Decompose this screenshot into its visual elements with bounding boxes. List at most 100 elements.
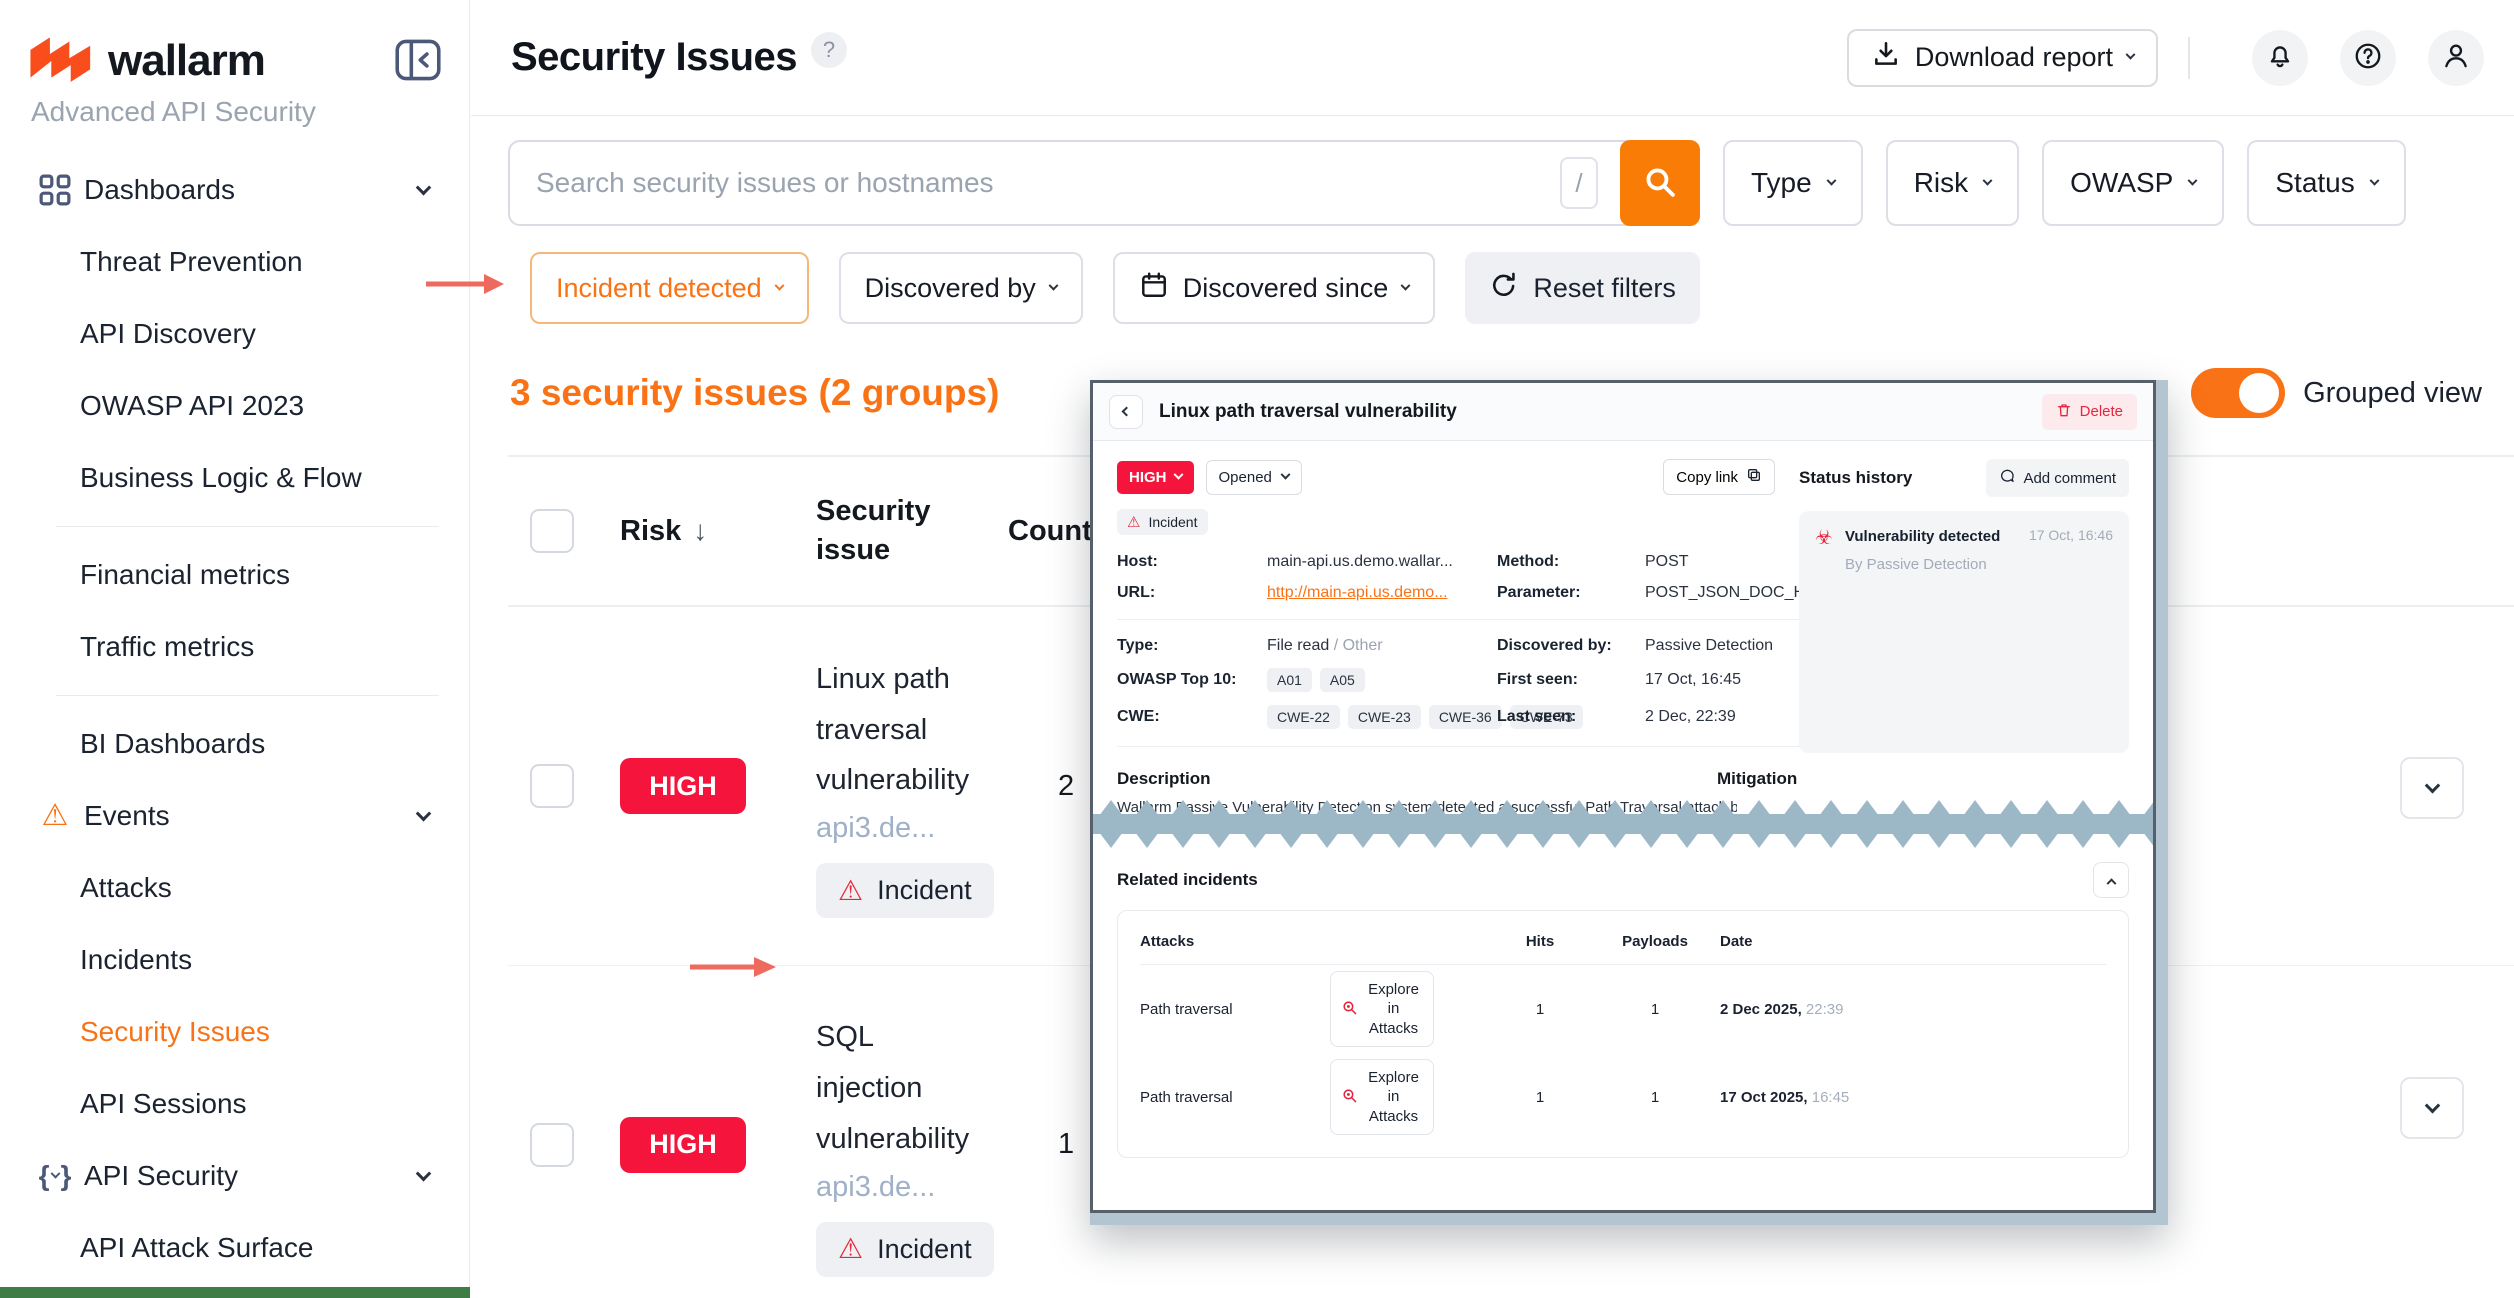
row-expand-button[interactable]	[2400, 757, 2464, 819]
sidebar-item-incidents[interactable]: Incidents	[0, 924, 469, 996]
user-button[interactable]	[2428, 30, 2484, 86]
filter-discovered-since-button[interactable]: Discovered since	[1113, 252, 1436, 324]
row-checkbox[interactable]	[530, 1123, 574, 1167]
select-all-checkbox[interactable]	[530, 509, 574, 553]
incident-badge-label: Incident	[877, 1234, 972, 1265]
help-button[interactable]	[2340, 30, 2396, 86]
issue-host[interactable]: api3.de...	[816, 1171, 1008, 1204]
column-date: Date	[1720, 933, 2106, 950]
type-label: Type:	[1117, 637, 1267, 655]
row-expand-button[interactable]	[2400, 1077, 2464, 1139]
event-by: By Passive Detection	[1845, 555, 2017, 575]
sidebar-item-label: API Sessions	[80, 1088, 247, 1120]
sidebar-item-financial-metrics[interactable]: Financial metrics	[0, 539, 469, 611]
sidebar-collapse-button[interactable]	[395, 39, 441, 84]
sidebar-item-threat-prevention[interactable]: Threat Prevention	[0, 226, 469, 298]
collapse-section-button[interactable]	[2093, 862, 2129, 898]
filter-owasp-button[interactable]: OWASP	[2042, 140, 2224, 226]
method-label: Method:	[1497, 553, 1645, 571]
field-divider	[1117, 619, 1840, 620]
payloads-value: 1	[1590, 1089, 1720, 1106]
type-value: File read / Other	[1267, 637, 1497, 655]
sidebar-item-label: Security Issues	[80, 1016, 270, 1048]
row-checkbox[interactable]	[530, 764, 574, 808]
sidebar-item-business-logic-flow[interactable]: Business Logic & Flow	[0, 442, 469, 514]
date-value: 2 Dec 2025, 22:39	[1720, 1001, 2106, 1018]
copy-link-button[interactable]: Copy link	[1663, 459, 1775, 495]
back-button[interactable]	[1109, 395, 1143, 429]
sidebar-item-events[interactable]: ⚠ Events	[0, 780, 469, 852]
attack-name: Path traversal	[1140, 1001, 1330, 1018]
download-report-button[interactable]: Download report	[1847, 29, 2158, 87]
grouped-view-control: Grouped view	[2191, 368, 2482, 418]
issue-name[interactable]: Linux path traversal vulnerability	[816, 654, 971, 806]
grid-icon	[38, 174, 72, 206]
torn-edge-zigzag	[1093, 800, 2153, 848]
column-header-risk[interactable]: Risk ↓	[598, 515, 783, 548]
date-text: 17 Oct 2025,	[1720, 1089, 1808, 1106]
user-icon	[2441, 41, 2471, 74]
sidebar-item-bi-dashboards[interactable]: BI Dashboards	[0, 708, 469, 780]
grouped-view-toggle[interactable]	[2191, 368, 2285, 418]
chevron-down-icon	[1401, 280, 1411, 290]
filter-type-button[interactable]: Type	[1723, 140, 1863, 226]
severity-dropdown[interactable]: HIGH	[1117, 461, 1194, 494]
host-value: main-api.us.demo.wallar...	[1267, 553, 1497, 571]
sidebar-item-security-issues[interactable]: Security Issues	[0, 996, 469, 1068]
issue-host[interactable]: api3.de...	[816, 812, 1008, 845]
download-report-label: Download report	[1915, 42, 2113, 73]
sidebar-item-api-sessions[interactable]: API Sessions	[0, 1068, 469, 1140]
related-incident-row: Path traversal Explore in Attacks 1 1 2 …	[1140, 965, 2106, 1053]
sidebar-item-label: API Attack Surface	[80, 1232, 313, 1264]
sidebar-item-owasp-api-2023[interactable]: OWASP API 2023	[0, 370, 469, 442]
filter-owasp-label: OWASP	[2070, 167, 2173, 199]
reset-filters-button[interactable]: Reset filters	[1465, 252, 1700, 324]
add-comment-button[interactable]: Add comment	[1986, 459, 2129, 497]
warning-triangle-icon: ⚠	[838, 1235, 863, 1263]
status-label: Opened	[1219, 469, 1272, 486]
search-input[interactable]	[510, 167, 1410, 199]
explore-in-attacks-button[interactable]: Explore in Attacks	[1330, 971, 1434, 1048]
explore-in-attacks-button[interactable]: Explore in Attacks	[1330, 1059, 1434, 1136]
reset-filters-label: Reset filters	[1533, 273, 1676, 304]
sidebar-item-attacks[interactable]: Attacks	[0, 852, 469, 924]
calendar-icon	[1139, 270, 1169, 307]
warning-triangle-icon: ⚠	[38, 801, 72, 831]
header-divider	[2188, 37, 2190, 79]
status-dropdown[interactable]: Opened	[1206, 460, 1302, 495]
filter-status-button[interactable]: Status	[2247, 140, 2405, 226]
event-text: Vulnerability detected By Passive Detect…	[1845, 527, 2017, 576]
owasp-tags: A01 A05	[1267, 668, 1365, 692]
sidebar-item-traffic-metrics[interactable]: Traffic metrics	[0, 611, 469, 683]
delete-button[interactable]: Delete	[2042, 394, 2137, 430]
filter-discovered-by-button[interactable]: Discovered by	[839, 252, 1083, 324]
column-header-security-issue[interactable]: Security issue	[783, 492, 973, 570]
sidebar-item-dashboards[interactable]: Dashboards	[0, 154, 469, 226]
filter-risk-button[interactable]: Risk	[1886, 140, 2019, 226]
filter-incident-detected-button[interactable]: Incident detected	[530, 252, 809, 324]
search-box: /	[508, 140, 1700, 226]
brand-row: wallarm	[0, 0, 469, 86]
sidebar-item-api-discovery[interactable]: API Discovery	[0, 298, 469, 370]
sidebar-divider	[56, 526, 439, 527]
grouped-view-label: Grouped view	[2303, 377, 2482, 410]
last-seen-label: Last seen:	[1497, 708, 1645, 726]
copy-icon	[1746, 467, 1762, 487]
header-actions: Download report	[1847, 29, 2484, 87]
issue-name[interactable]: SQL injection vulnerability	[816, 1012, 971, 1164]
column-attacks: Attacks	[1140, 933, 1330, 950]
help-circle-icon[interactable]: ?	[811, 32, 847, 68]
brand-name: wallarm	[108, 36, 265, 86]
filter-risk-label: Risk	[1914, 167, 1968, 199]
url-link[interactable]: http://main-api.us.demo...	[1267, 584, 1497, 602]
sidebar-item-api-attack-surface[interactable]: API Attack Surface	[0, 1212, 469, 1284]
notifications-button[interactable]	[2252, 30, 2308, 86]
chevron-down-icon	[774, 280, 784, 290]
sidebar-item-label: Financial metrics	[80, 559, 290, 591]
search-button[interactable]	[1620, 140, 1700, 226]
sidebar-item-api-security[interactable]: {} API Security	[0, 1140, 469, 1212]
column-hits: Hits	[1490, 933, 1590, 950]
risk-badge: HIGH	[620, 758, 746, 814]
sidebar-item-label: BI Dashboards	[80, 728, 265, 760]
incident-badge: ⚠ Incident	[1117, 509, 1208, 535]
